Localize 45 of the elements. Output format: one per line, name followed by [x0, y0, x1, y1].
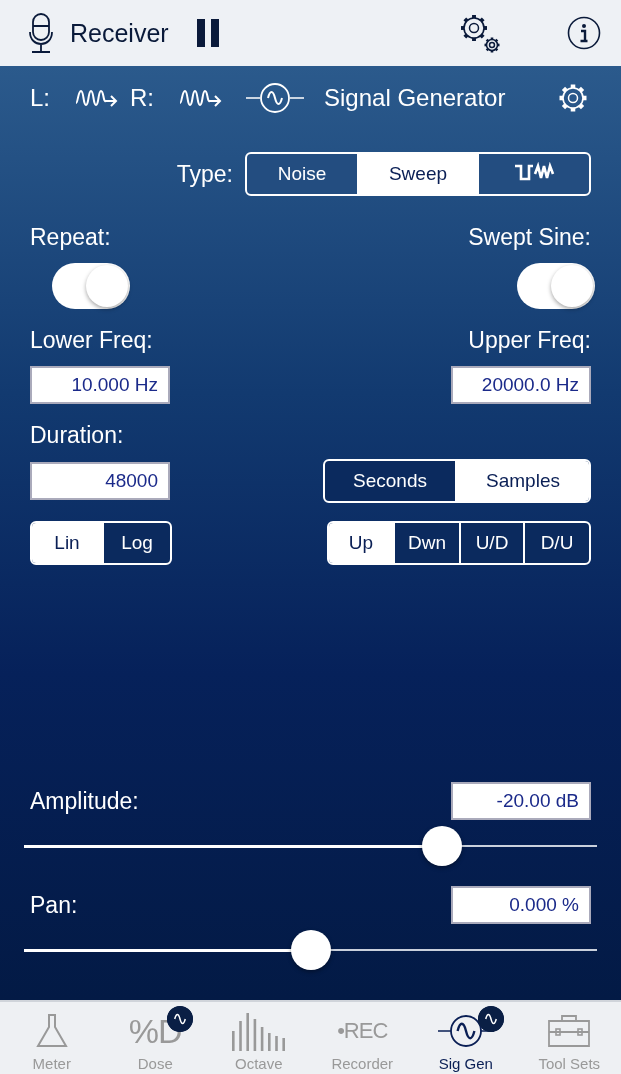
flask-icon — [34, 1013, 69, 1049]
source-label: Receiver — [70, 18, 169, 48]
amplitude-field[interactable]: -20.00 dB — [451, 782, 591, 820]
right-channel-label: R: — [130, 84, 154, 112]
wave-arrow-icon — [74, 87, 118, 109]
pan-label: Pan: — [30, 891, 78, 919]
left-channel-label: L: — [30, 84, 50, 112]
pause-button[interactable] — [196, 19, 219, 47]
tab-glyph: •REC — [337, 1018, 388, 1044]
amplitude-label: Amplitude: — [30, 787, 139, 815]
upper-freq-label: Upper Freq: — [468, 327, 591, 354]
duration-field[interactable]: 48000 — [30, 462, 170, 500]
screen-title: Signal Generator — [324, 84, 506, 112]
segment-button[interactable]: Samples — [455, 461, 589, 501]
segment-button[interactable]: Log — [102, 523, 170, 563]
info-icon[interactable] — [567, 16, 601, 50]
segment-button[interactable]: U/D — [459, 523, 523, 563]
segment-button[interactable]: Lin — [32, 523, 102, 563]
swept-sine-label: Swept Sine: — [468, 224, 591, 251]
lower-freq-label: Lower Freq: — [30, 327, 153, 354]
lower-freq-field[interactable]: 10.000 Hz — [30, 366, 170, 404]
repeat-label: Repeat: — [30, 224, 111, 251]
toolbox-icon — [547, 1014, 592, 1048]
duration-label: Duration: — [30, 422, 124, 449]
wave-arrow-icon — [178, 87, 222, 109]
slider[interactable] — [24, 824, 597, 868]
segment-button[interactable]: D/U — [523, 523, 589, 563]
type-label: Type: — [176, 160, 233, 188]
slider[interactable] — [24, 928, 597, 972]
segment-button[interactable]: Seconds — [325, 461, 455, 501]
tab-bar-item[interactable]: Sig Gen — [414, 1002, 518, 1074]
segment-button[interactable]: Up — [329, 523, 393, 563]
segment-button[interactable]: Dwn — [393, 523, 459, 563]
toggle-switch[interactable] — [517, 263, 595, 309]
toggle-switch[interactable] — [52, 263, 130, 309]
microphone-icon[interactable] — [28, 12, 54, 54]
upper-freq-field[interactable]: 20000.0 Hz — [451, 366, 591, 404]
segment-button[interactable]: Sweep — [357, 154, 477, 194]
segment-button[interactable]: Noise — [247, 154, 357, 194]
square-noise-wave-icon — [513, 161, 555, 182]
slider-thumb[interactable] — [290, 930, 331, 970]
bars-icon — [229, 1011, 288, 1051]
pan-field[interactable]: 0.000 % — [451, 886, 591, 924]
slider-thumb[interactable] — [422, 826, 463, 866]
sine-circle-icon — [246, 83, 304, 113]
